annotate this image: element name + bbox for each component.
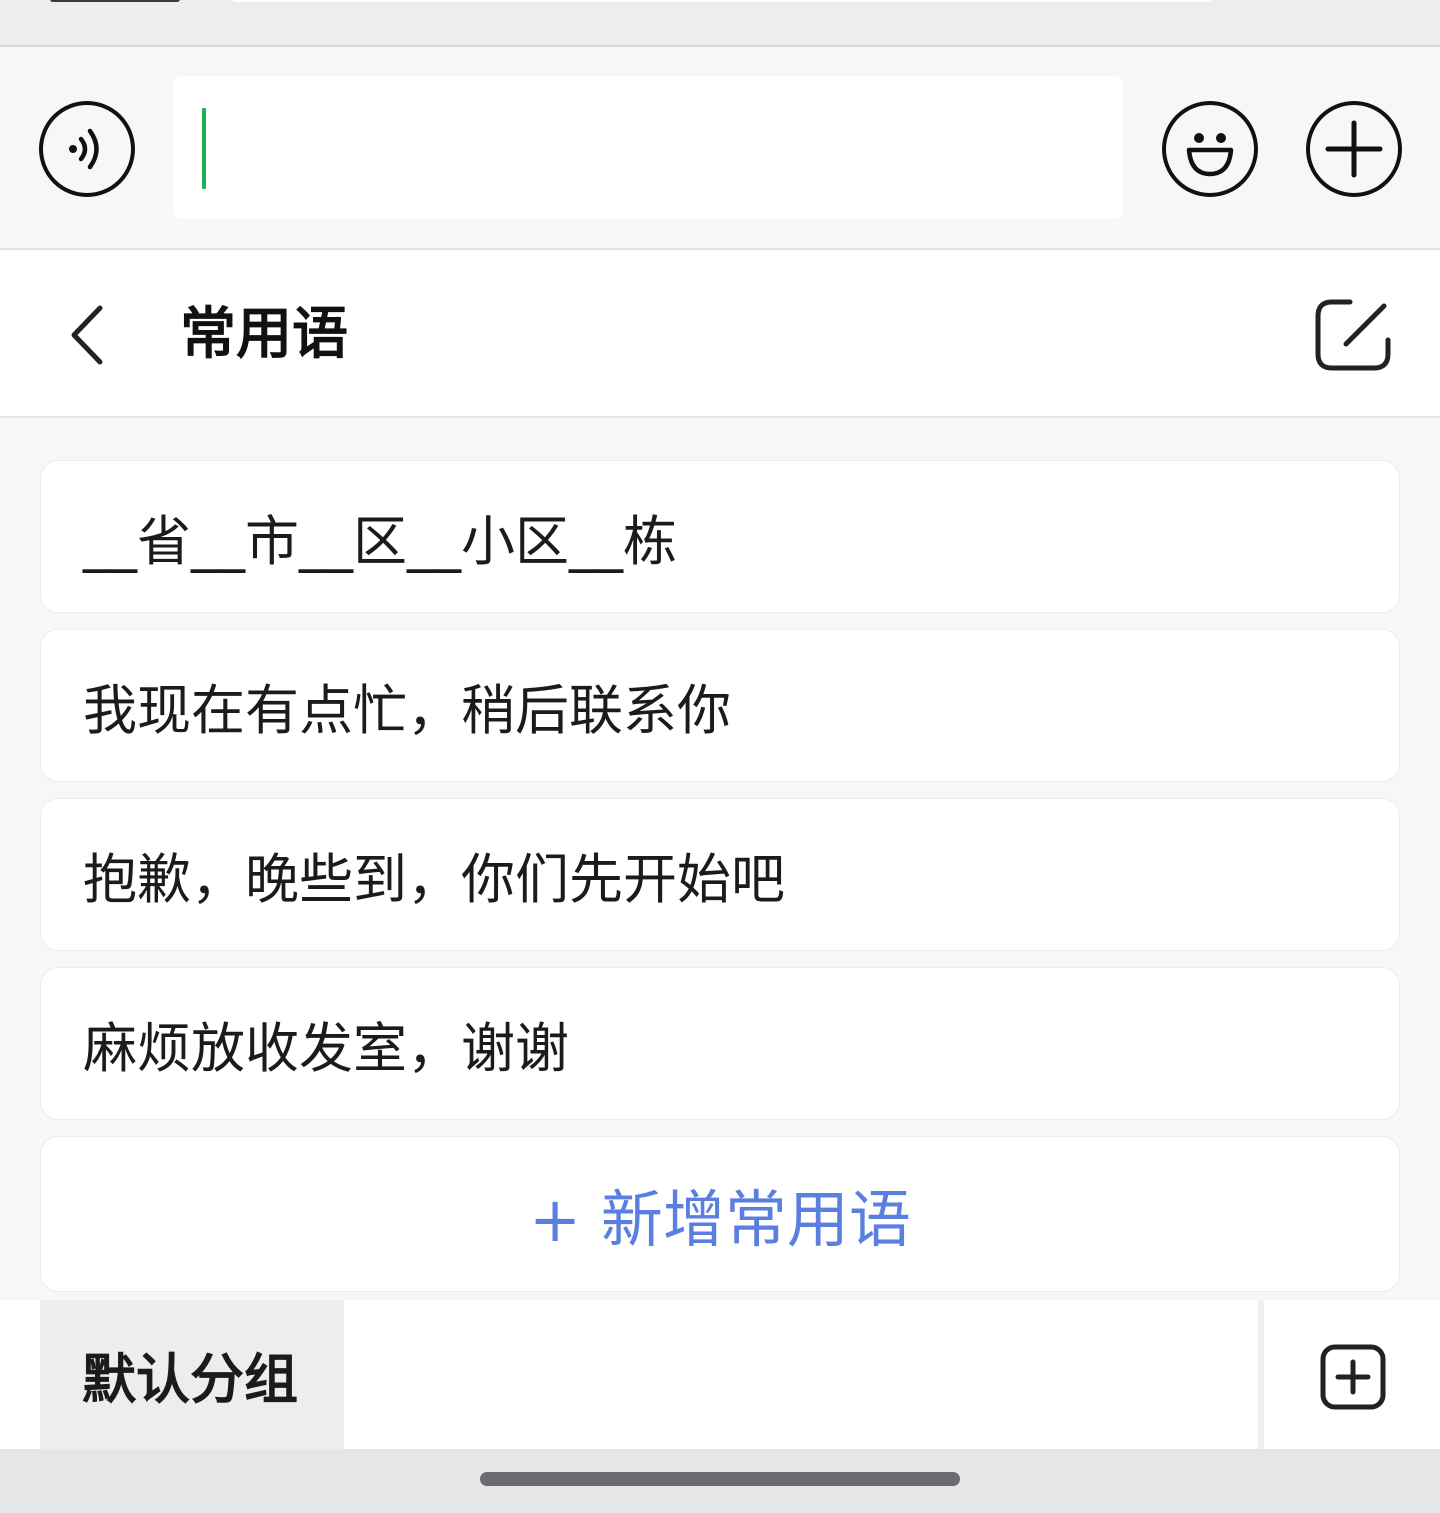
group-tab-bar: 默认分组 [0,1300,1440,1449]
voice-mode-icon [69,128,99,170]
edit-button[interactable] [1312,296,1394,374]
phrase-item[interactable]: __省__市__区__小区__栋 [40,460,1400,613]
add-square-icon [1320,1344,1386,1410]
remnant-bar [232,0,1212,2]
previous-screen-remnant [0,0,1440,47]
phrase-item[interactable]: 我现在有点忙，稍后联系你 [40,629,1400,782]
text-caret [202,108,206,189]
phrase-list: __省__市__区__小区__栋 我现在有点忙，稍后联系你 抱歉，晚些到，你们先… [0,418,1440,1300]
add-group-button[interactable] [1318,1342,1388,1412]
add-phrase-button[interactable]: + 新增常用语 [40,1136,1400,1292]
chevron-left-icon [71,305,103,365]
back-button[interactable] [60,300,120,370]
home-indicator[interactable] [480,1472,960,1486]
remnant-bar [50,0,180,2]
quick-phrases-header: 常用语 [0,250,1440,418]
more-button[interactable] [1306,101,1402,197]
edit-icon [1315,299,1391,371]
chat-input-bar [0,47,1440,250]
panel-title: 常用语 [180,302,348,367]
message-input[interactable] [173,76,1123,219]
emoji-icon [1186,133,1234,177]
home-indicator-area [0,1449,1440,1513]
divider [1258,1300,1264,1449]
plus-icon [1325,120,1383,178]
phrase-item[interactable]: 抱歉，晚些到，你们先开始吧 [40,798,1400,951]
emoji-button[interactable] [1162,101,1258,197]
group-tab-default[interactable]: 默认分组 [40,1300,344,1449]
phrase-item[interactable]: 麻烦放收发室，谢谢 [40,967,1400,1120]
voice-mode-button[interactable] [39,101,135,197]
